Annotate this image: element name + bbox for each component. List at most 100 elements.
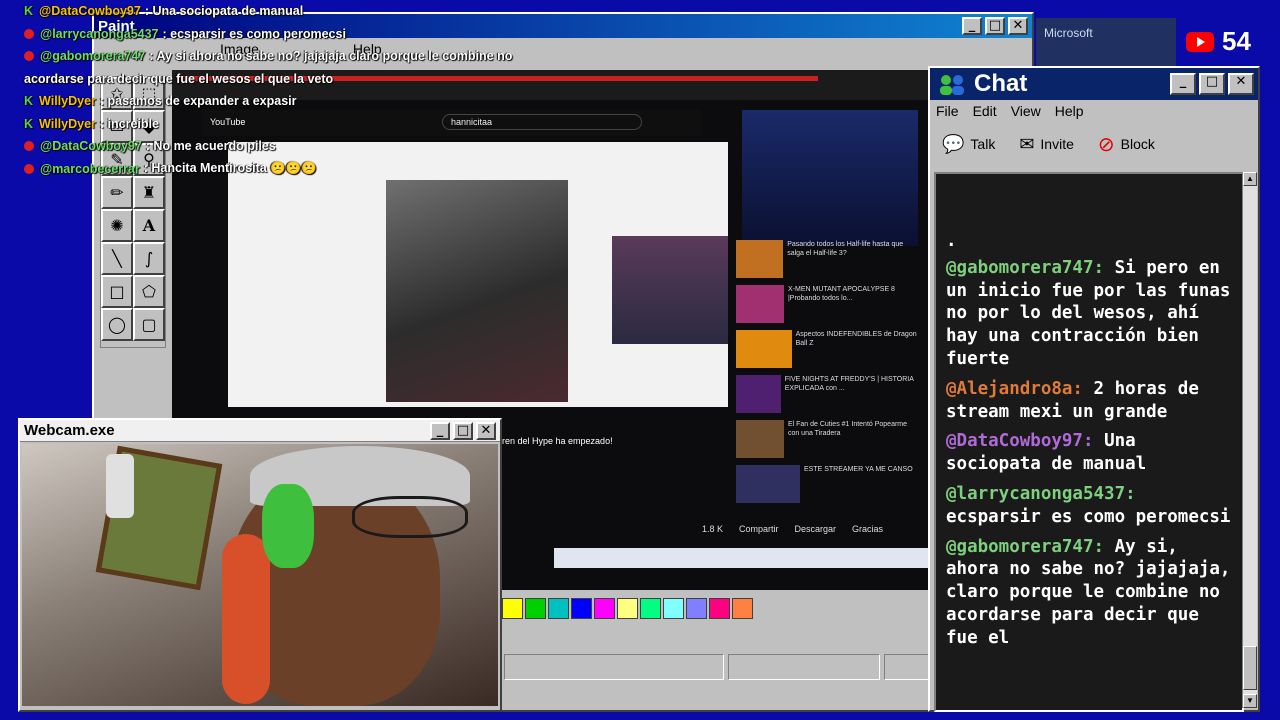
share-button[interactable]: Compartir (739, 524, 779, 534)
chat-username: @gabomorera747: (946, 257, 1105, 278)
chat-message: @gabomorera747: Ay si, ahora no sabe no?… (946, 536, 1236, 650)
airbrush-icon[interactable]: ✺ (101, 209, 133, 242)
color-swatch[interactable] (709, 598, 730, 619)
invite-icon: ✉ (1019, 133, 1035, 154)
chat-message: @larrycanonga5437: ecsparsir es como per… (946, 483, 1236, 529)
green-headphone (262, 484, 314, 568)
rec-item[interactable]: Aspectos INDEFENDIBLES de Dragon Ball Z (736, 330, 918, 372)
rec-title: Pasando todos los Half-life hasta que sa… (787, 241, 904, 257)
stream-chat-overlay: K @DataCowboy97: Una sociopata de manual @… (24, 0, 584, 180)
kick-icon: K (24, 116, 34, 131)
maximize-button[interactable]: □ (453, 421, 473, 440)
rec-item[interactable]: Pasando todos los Half-life hasta que sa… (736, 240, 918, 282)
embedded-taskbar (554, 548, 974, 568)
color-swatch[interactable] (617, 598, 638, 619)
polygon-icon[interactable]: ⬠ (133, 275, 165, 308)
youtube-icon (1186, 31, 1214, 52)
rec-item[interactable]: FIVE NIGHTS AT FREDDY'S | HISTORIA EXPLI… (736, 375, 918, 417)
close-button[interactable]: ✕ (1228, 73, 1254, 95)
overlay-text: : Hancita Mentirosita 😕😕😕 (143, 161, 317, 176)
recommendations: Pasando todos los Half-life hasta que sa… (736, 240, 918, 510)
rec-item[interactable]: X-MEN MUTANT APOCALYPSE 8 |Probando todo… (736, 285, 918, 327)
menu-help[interactable]: Help (1055, 103, 1084, 119)
maximize-button[interactable]: □ (1199, 73, 1225, 95)
overlay-message: @DataCowboy97: No me acuerdo piles (24, 135, 584, 158)
rec-title: Aspectos INDEFENDIBLES de Dragon Ball Z (795, 331, 917, 347)
chat-menubar: File Edit View Help (930, 100, 1258, 122)
color-swatch[interactable] (663, 598, 684, 619)
color-swatch[interactable] (571, 598, 592, 619)
video-player[interactable] (228, 142, 974, 568)
minimize-button[interactable]: _ (1170, 73, 1196, 95)
overlay-text: : pasamos de expander a expasir (99, 94, 297, 109)
ellipse-icon[interactable]: ◯ (101, 308, 133, 341)
chat-window: Chat _ □ ✕ File Edit View Help 💬 Talk ✉ In… (928, 66, 1260, 712)
close-button[interactable]: ✕ (1008, 17, 1028, 35)
overlay-text: : Ay si ahora no sabe no? jajajaja claro… (149, 49, 513, 64)
rounded-rect-icon[interactable]: ▢ (133, 308, 165, 341)
overlay-username: @DataCowboy97 (39, 4, 141, 19)
color-swatch[interactable] (525, 598, 546, 619)
chat-text: ecsparsir es como peromecsi (946, 506, 1231, 527)
group-photo (386, 180, 568, 402)
text-icon[interactable]: A (133, 209, 165, 242)
overlay-username: @marcobecerrar (40, 161, 140, 176)
pencil-icon[interactable]: ✏ (101, 176, 133, 209)
block-icon: ⊘ (1097, 133, 1115, 156)
chat-messages[interactable]: . @gabomorera747: Si pero en un inicio fu… (934, 172, 1244, 712)
color-swatch[interactable] (548, 598, 569, 619)
menu-view[interactable]: View (1011, 103, 1041, 119)
scroll-down-icon[interactable]: ▼ (1243, 694, 1257, 708)
streamer-webcam-inset (742, 110, 918, 246)
rec-title: ESTE STREAMER YA ME CANSO (804, 466, 913, 473)
youtube-icon (24, 141, 34, 152)
brush-icon[interactable]: ♜ (133, 176, 165, 209)
menu-edit[interactable]: Edit (973, 103, 997, 119)
chat-scrollbar[interactable]: ▲ ▼ (1242, 172, 1257, 708)
menu-file[interactable]: File (936, 103, 959, 119)
rec-item[interactable]: ESTE STREAMER YA ME CANSO (736, 465, 918, 507)
overlay-text: : ecsparsir es como peromecsi (162, 26, 346, 41)
overlay-username: @gabomorera747 (40, 49, 146, 64)
color-swatch[interactable] (594, 598, 615, 619)
rec-item[interactable]: El Fan de Cuties #1 Intentó Popearme con… (736, 420, 918, 462)
close-button[interactable]: ✕ (476, 421, 496, 440)
thanks-button[interactable]: Gracias (852, 524, 883, 534)
rectangle-icon[interactable]: □ (101, 275, 133, 308)
viewer-number: 54 (1222, 26, 1251, 56)
viewer-count: 54 (1186, 26, 1251, 57)
curve-icon[interactable]: ∫ (133, 242, 165, 275)
webcam-feed (22, 444, 498, 706)
line-icon[interactable]: ╲ (101, 242, 133, 275)
chat-username: @larrycanonga5437: (946, 483, 1136, 504)
minimize-button[interactable]: _ (962, 17, 982, 35)
overlay-text: : No me acuerdo piles (145, 139, 276, 154)
overlay-message: @marcobecerrar: Hancita Mentirosita 😕😕😕 (24, 158, 584, 181)
chat-message: @DataCowboy97: Una sociopata de manual (946, 430, 1236, 476)
red-hair (222, 534, 270, 704)
talk-label: Talk (970, 136, 996, 152)
minimize-button[interactable]: _ (430, 421, 450, 440)
like-count[interactable]: 1.8 K (702, 524, 723, 534)
webcam-window: Webcam.exe _ □ ✕ (18, 418, 502, 712)
invite-label: Invite (1040, 136, 1074, 152)
rec-title: X-MEN MUTANT APOCALYPSE 8 |Probando todo… (787, 286, 895, 302)
block-button[interactable]: ⊘ Block (1098, 132, 1155, 157)
color-swatch[interactable] (686, 598, 707, 619)
kick-icon: K (24, 94, 34, 109)
color-palette (502, 598, 753, 619)
scroll-thumb[interactable] (1243, 646, 1257, 690)
overlay-username: @larrycanonga5437 (40, 26, 159, 41)
streamer-video-inset (612, 236, 728, 344)
color-swatch[interactable] (640, 598, 661, 619)
scroll-up-icon[interactable]: ▲ (1243, 172, 1257, 186)
youtube-icon (24, 163, 34, 174)
talk-button[interactable]: 💬 Talk (942, 134, 995, 155)
download-button[interactable]: Descargar (795, 524, 837, 534)
color-swatch[interactable] (502, 598, 523, 619)
color-swatch[interactable] (732, 598, 753, 619)
invite-button[interactable]: ✉ Invite (1019, 134, 1074, 155)
overlay-username: WillyDyer (39, 116, 96, 131)
maximize-button[interactable]: □ (985, 17, 1005, 35)
video-actions: 1.8 K Compartir Descargar Gracias (702, 524, 883, 534)
